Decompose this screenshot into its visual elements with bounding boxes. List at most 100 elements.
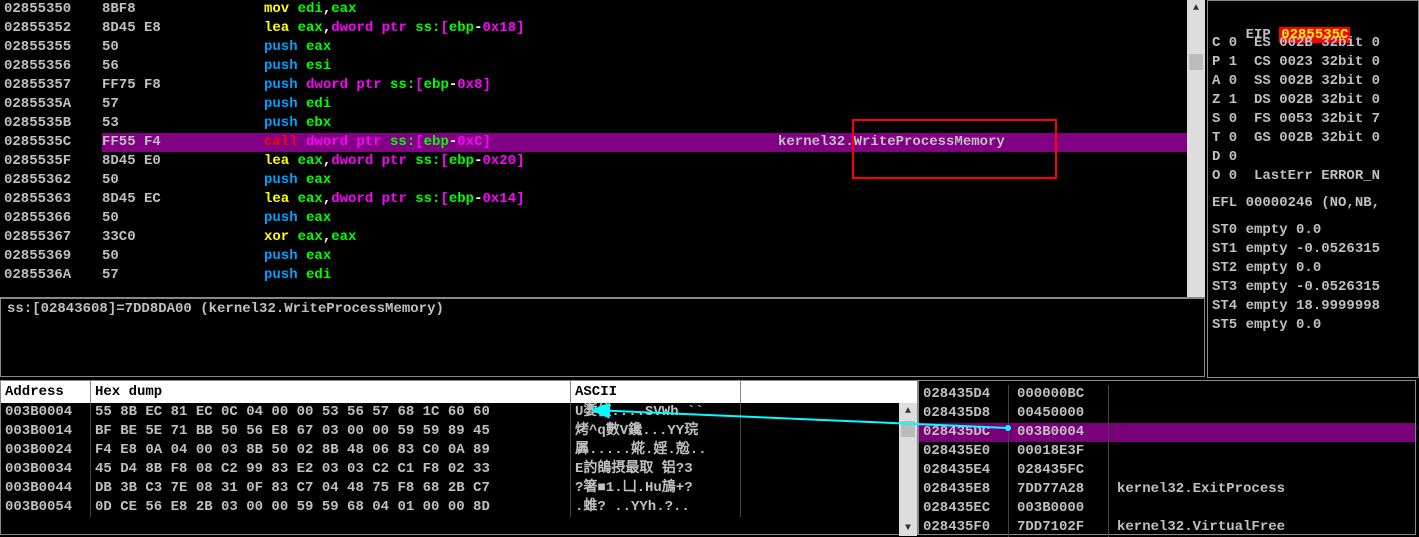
disasm-instruction: push esi <box>264 57 774 76</box>
hexdump-hdr-hex: Hex dump <box>91 381 571 403</box>
disasm-row[interactable]: 028553528D45 E8lea eax,dword ptr ss:[ebp… <box>0 19 1205 38</box>
scroll-thumb[interactable] <box>1189 54 1203 70</box>
hexdump-scrollbar[interactable]: ▲ ▼ <box>899 403 917 536</box>
stack-row[interactable]: 028435E87DD77A28kernel32.ExitProcess <box>919 480 1415 499</box>
stack-row[interactable]: 028435E4028435FC <box>919 461 1415 480</box>
disasm-row[interactable]: 0285536A57push edi <box>0 266 1205 285</box>
hex-bytes: BF BE 5E 71 BB 50 56 E8 67 03 00 00 59 5… <box>91 422 571 441</box>
hex-ascii: E訋鴭摂最取 铝?3 <box>571 460 741 479</box>
hexdump-row[interactable]: 003B0044DB 3B C3 7E 08 31 0F 83 C7 04 48… <box>1 479 917 498</box>
stack-pane[interactable]: 028435D4000000BC028435D800450000028435DC… <box>918 380 1416 535</box>
stack-row[interactable]: 028435D4000000BC <box>919 385 1415 404</box>
disasm-bytes: 8D45 EC <box>102 190 264 209</box>
disasm-row[interactable]: 0285535B53push ebx <box>0 114 1205 133</box>
disasm-bytes: 50 <box>102 171 264 190</box>
hexdump-row[interactable]: 003B003445 D4 8B F8 08 C2 99 83 E2 03 03… <box>1 460 917 479</box>
disasm-instruction: push dword ptr ss:[ebp-0x8] <box>264 76 774 95</box>
disasm-row[interactable]: 0285536650push eax <box>0 209 1205 228</box>
hex-ascii: 烤^q數V鑱...YY琓 <box>571 422 741 441</box>
hexdump-row[interactable]: 003B000455 8B EC 81 EC 0C 04 00 00 53 56… <box>1 403 917 422</box>
disasm-instruction: push ebx <box>264 114 774 133</box>
disasm-comment <box>774 228 1205 247</box>
disasm-instruction: push edi <box>264 266 774 285</box>
disasm-address: 0285535F <box>0 152 102 171</box>
disasm-row[interactable]: 0285535656push esi <box>0 57 1205 76</box>
hex-ascii: U嬱侅....SVWh.`` <box>571 403 741 422</box>
disasm-instruction: push eax <box>264 171 774 190</box>
hex-ascii: .蜼? ..YYh.?.. <box>571 498 741 517</box>
disasm-comment <box>774 209 1205 228</box>
disasm-address: 02855350 <box>0 0 102 19</box>
hex-bytes: 0D CE 56 E8 2B 03 00 00 59 59 68 04 01 0… <box>91 498 571 517</box>
disasm-bytes: 8D45 E8 <box>102 19 264 38</box>
disasm-bytes: 53 <box>102 114 264 133</box>
disasm-bytes: 50 <box>102 247 264 266</box>
disasm-address: 02855357 <box>0 76 102 95</box>
disasm-comment <box>774 171 1205 190</box>
disasm-bytes: 50 <box>102 38 264 57</box>
disasm-comment <box>774 247 1205 266</box>
disasm-bytes: FF75 F8 <box>102 76 264 95</box>
registers-pane[interactable]: EIP 0285535C C 0 ES 002B 32bit 0P 1 CS 0… <box>1207 0 1419 378</box>
disasm-row[interactable]: 0285535A57push edi <box>0 95 1205 114</box>
efl-row: EFL 00000246 (NO,NB, <box>1208 194 1418 213</box>
disasm-bytes: 56 <box>102 57 264 76</box>
eip-row: EIP 0285535C <box>1208 7 1418 26</box>
scroll-down-icon[interactable]: ▼ <box>899 520 917 536</box>
stack-row[interactable]: 028435EC003B0000 <box>919 499 1415 518</box>
disasm-row[interactable]: 0285536250push eax <box>0 171 1205 190</box>
disasm-address: 0285535B <box>0 114 102 133</box>
disasm-row[interactable]: 028553508BF8mov edi,eax <box>0 0 1205 19</box>
disasm-instruction: lea eax,dword ptr ss:[ebp-0x18] <box>264 19 774 38</box>
stack-value: 00450000 <box>1009 404 1109 423</box>
hex-address: 003B0054 <box>1 498 91 517</box>
flag-row: S 0 FS 0053 32bit 7 <box>1208 110 1418 129</box>
disasm-row[interactable]: 0285536950push eax <box>0 247 1205 266</box>
disasm-address: 02855356 <box>0 57 102 76</box>
stack-address: 028435F0 <box>919 518 1009 537</box>
stack-address: 028435DC <box>919 423 1009 442</box>
fpu-row: ST5 empty 0.0 <box>1208 316 1418 335</box>
stack-value: 003B0004 <box>1009 423 1109 442</box>
scroll-up-icon[interactable]: ▲ <box>1187 0 1205 16</box>
disassembly-pane[interactable]: 028553508BF8mov edi,eax028553528D45 E8le… <box>0 0 1205 297</box>
fpu-row: ST3 empty -0.0526315 <box>1208 278 1418 297</box>
stack-address: 028435E0 <box>919 442 1009 461</box>
hex-bytes: 45 D4 8B F8 08 C2 99 83 E2 03 03 C2 C1 F… <box>91 460 571 479</box>
hex-bytes: DB 3B C3 7E 08 31 0F 83 C7 04 48 75 F8 6… <box>91 479 571 498</box>
hex-address: 003B0034 <box>1 460 91 479</box>
stack-comment <box>1109 499 1415 518</box>
stack-row[interactable]: 028435E000018E3F <box>919 442 1415 461</box>
disasm-row[interactable]: 0285535F8D45 E0lea eax,dword ptr ss:[ebp… <box>0 152 1205 171</box>
stack-value: 7DD7102F <box>1009 518 1109 537</box>
hexdump-pane[interactable]: Address Hex dump ASCII 003B000455 8B EC … <box>0 380 918 535</box>
stack-row[interactable]: 028435F07DD7102Fkernel32.VirtualFree <box>919 518 1415 537</box>
hexdump-row[interactable]: 003B00540D CE 56 E8 2B 03 00 00 59 59 68… <box>1 498 917 517</box>
disasm-instruction: push eax <box>264 209 774 228</box>
scroll-up-icon[interactable]: ▲ <box>899 403 917 419</box>
disasm-scrollbar[interactable]: ▲ <box>1187 0 1205 297</box>
hex-address: 003B0014 <box>1 422 91 441</box>
disasm-address: 0285535A <box>0 95 102 114</box>
disasm-row[interactable]: 02855357FF75 F8push dword ptr ss:[ebp-0x… <box>0 76 1205 95</box>
flag-row: Z 1 DS 002B 32bit 0 <box>1208 91 1418 110</box>
stack-row[interactable]: 028435DC003B0004 <box>919 423 1415 442</box>
disasm-row[interactable]: 028553638D45 EClea eax,dword ptr ss:[ebp… <box>0 190 1205 209</box>
flag-row: T 0 GS 002B 32bit 0 <box>1208 129 1418 148</box>
disasm-row[interactable]: 0285536733C0xor eax,eax <box>0 228 1205 247</box>
hex-ascii: ?箸■1.凵.Hu鴋+? <box>571 479 741 498</box>
disasm-row[interactable]: 0285535550push eax <box>0 38 1205 57</box>
disasm-comment <box>774 0 1205 19</box>
disasm-address: 02855369 <box>0 247 102 266</box>
hexdump-row[interactable]: 003B0024F4 E8 0A 04 00 03 8B 50 02 8B 48… <box>1 441 917 460</box>
disasm-address: 0285535C <box>0 133 102 152</box>
stack-row[interactable]: 028435D800450000 <box>919 404 1415 423</box>
fpu-row: ST1 empty -0.0526315 <box>1208 240 1418 259</box>
disasm-address: 02855362 <box>0 171 102 190</box>
disasm-row[interactable]: 0285535CFF55 F4call dword ptr ss:[ebp-0x… <box>0 133 1205 152</box>
stack-comment: kernel32.VirtualFree <box>1109 518 1415 537</box>
fpu-row: ST0 empty 0.0 <box>1208 221 1418 240</box>
hexdump-row[interactable]: 003B0014BF BE 5E 71 BB 50 56 E8 67 03 00… <box>1 422 917 441</box>
scroll-thumb[interactable] <box>901 421 915 437</box>
disasm-comment <box>774 95 1205 114</box>
